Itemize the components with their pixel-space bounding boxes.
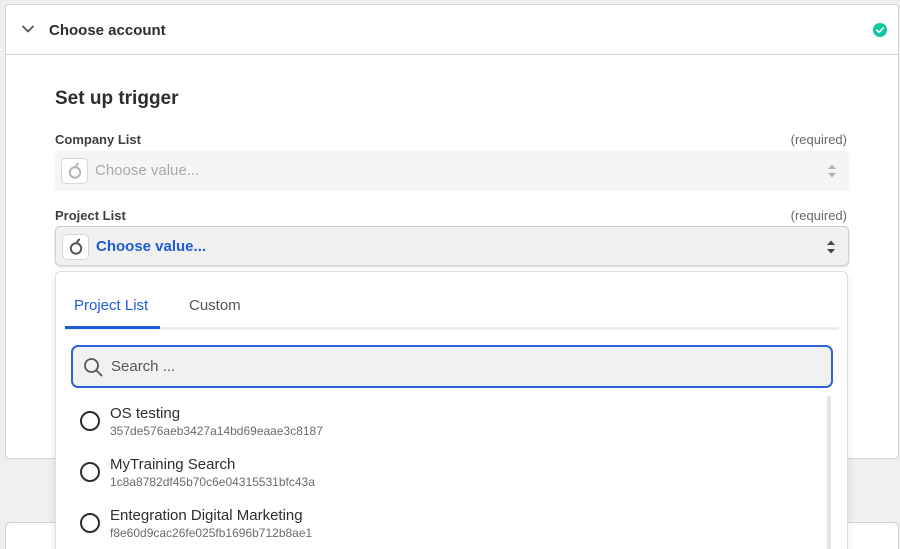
project-list-required: (required) [790, 208, 847, 223]
active-tab-indicator [65, 326, 160, 329]
dropdown-tabs: Project List Custom [65, 272, 839, 330]
project-list-dropdown: Project List Custom OS testing 357de576a… [55, 271, 848, 549]
project-list-select[interactable]: Choose value... [55, 226, 849, 266]
tab-project-list[interactable]: Project List [74, 297, 148, 314]
list-item[interactable]: OS testing 357de576aeb3427a14bd69eaae3c8… [56, 396, 816, 447]
project-list-label: Project List [55, 208, 126, 223]
company-list-value: Choose value... [95, 162, 200, 179]
radio-button[interactable] [80, 462, 100, 482]
item-id: 1c8a8782df45b70c6e04315531bfc43a [110, 475, 315, 489]
company-list-label: Company List [55, 132, 141, 147]
item-name: OS testing [110, 405, 181, 422]
project-options-list: OS testing 357de576aeb3427a14bd69eaae3c8… [56, 396, 826, 549]
search-input[interactable] [111, 347, 811, 386]
tab-custom[interactable]: Custom [189, 297, 241, 314]
list-item[interactable]: MyTraining Search 1c8a8782df45b70c6e0431… [56, 447, 816, 498]
choose-account-header[interactable]: Choose account [6, 5, 898, 55]
list-item[interactable]: Entegration Digital Marketing f8e60d9cac… [56, 498, 816, 549]
item-id: 357de576aeb3427a14bd69eaae3c8187 [110, 424, 323, 438]
sort-arrows-icon [828, 164, 836, 178]
app-logo-icon [61, 158, 88, 184]
company-list-select: Choose value... [55, 151, 849, 191]
item-id: f8e60d9cac26fe025fb1696b712b8ae1 [110, 526, 313, 540]
app-logo-icon [62, 234, 89, 260]
card-title: Choose account [49, 22, 166, 39]
project-list-value: Choose value... [96, 238, 207, 255]
chevron-down-icon[interactable] [20, 21, 36, 37]
item-name: MyTraining Search [110, 456, 236, 473]
sort-arrows-icon [827, 240, 835, 254]
company-list-required: (required) [790, 132, 847, 147]
scrollbar[interactable] [827, 396, 831, 549]
search-box[interactable] [71, 345, 833, 388]
check-circle-icon [873, 23, 887, 37]
item-name: Entegration Digital Marketing [110, 507, 303, 524]
radio-button[interactable] [80, 411, 100, 431]
search-icon [84, 358, 103, 377]
section-title: Set up trigger [55, 88, 179, 109]
radio-button[interactable] [80, 513, 100, 533]
